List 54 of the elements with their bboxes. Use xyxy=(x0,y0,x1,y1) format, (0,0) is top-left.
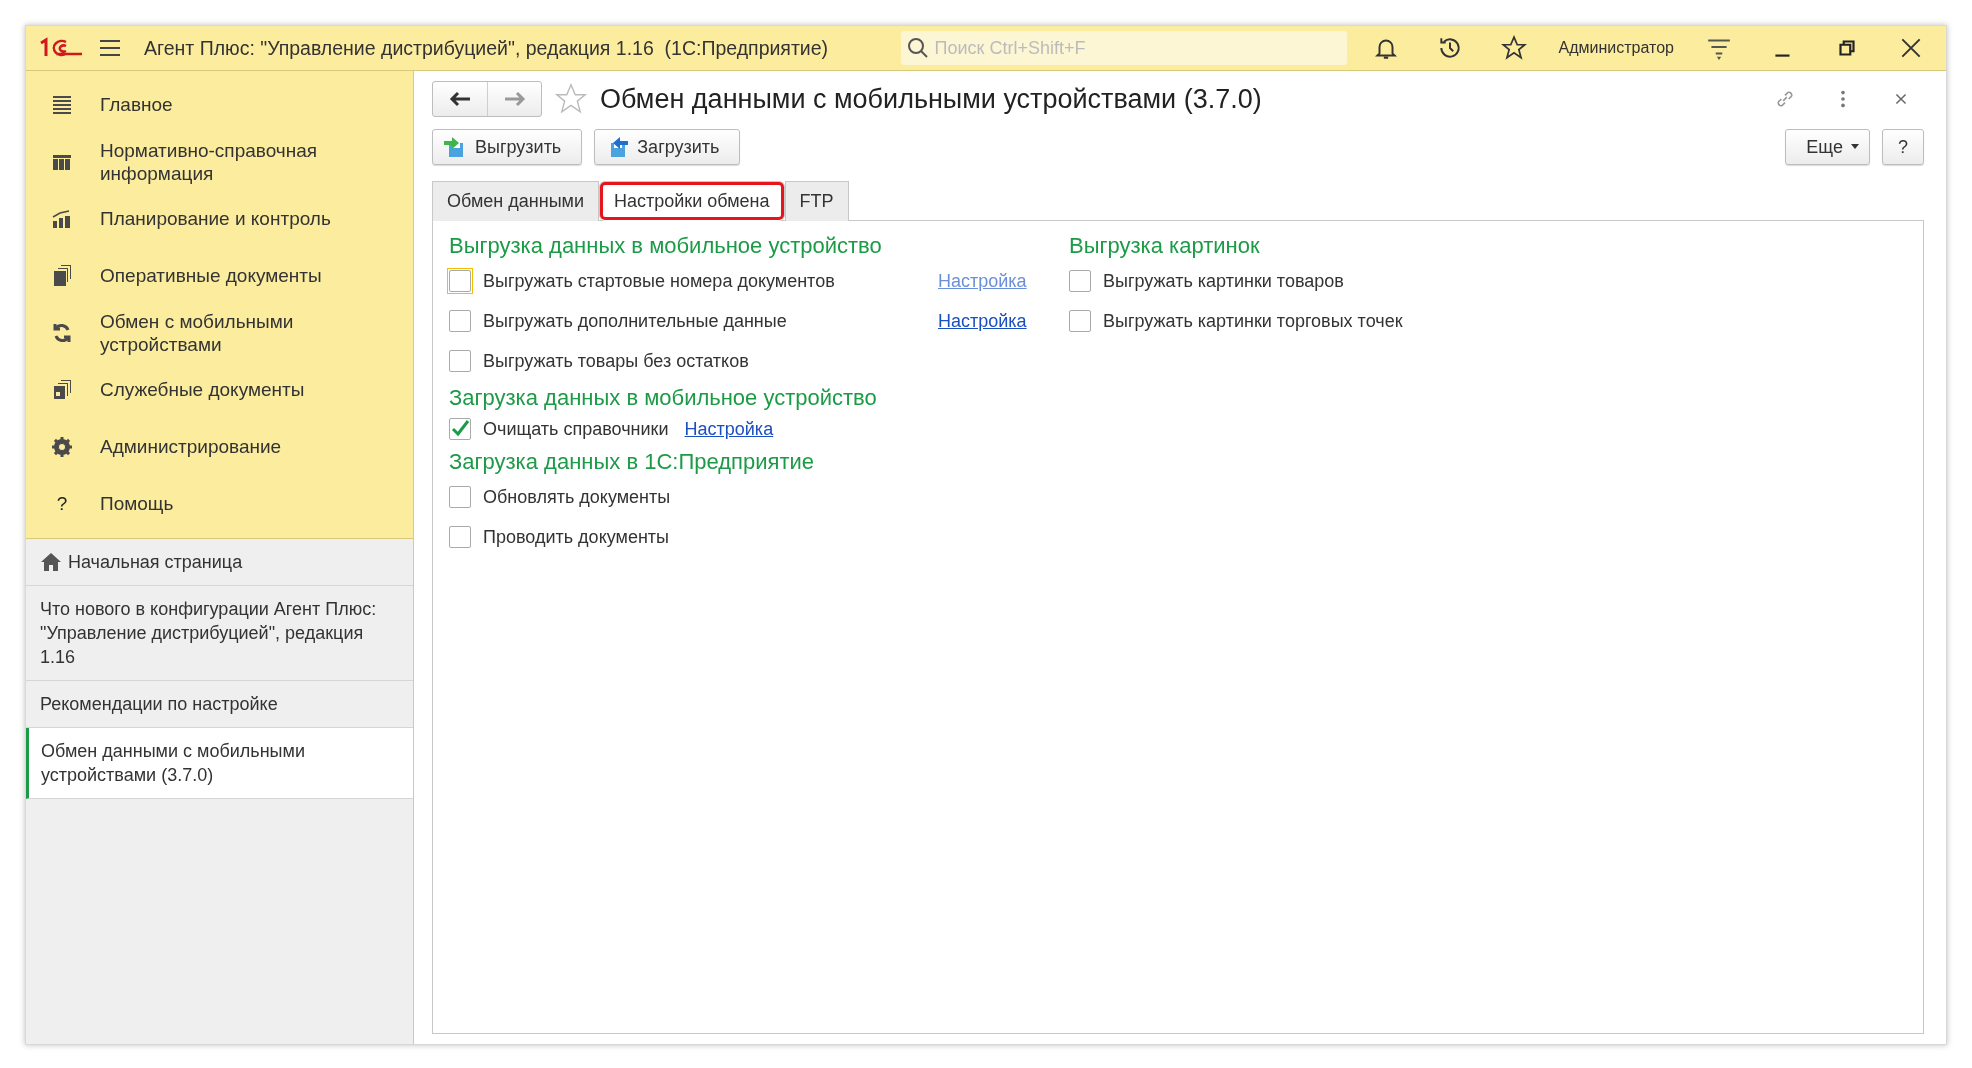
star-icon[interactable] xyxy=(1500,35,1527,61)
tab[interactable]: FTP xyxy=(784,181,849,221)
checkbox-label: Проводить документы xyxy=(483,526,669,548)
settings-link[interactable]: Настройка xyxy=(684,418,774,440)
menu-icon[interactable] xyxy=(98,38,122,58)
group-title: Загрузка данных в мобильное устройство xyxy=(449,385,878,411)
section-item[interactable]: Администрирование xyxy=(26,418,413,475)
more-button[interactable]: Еще xyxy=(1785,129,1870,165)
forward-arrow-icon xyxy=(503,91,526,107)
checkbox-label: Выгружать дополнительные данные xyxy=(483,310,788,332)
open-page-item[interactable]: Начальная страница xyxy=(26,539,413,586)
open-page-item[interactable]: Что нового в конфигурации Агент Плюс: "Управление дистрибуцией", редакция 1.16 xyxy=(26,586,413,681)
checkbox[interactable] xyxy=(449,486,471,508)
section-item[interactable]: ? Помощь xyxy=(26,475,413,532)
checkbox-label: Очищать справочники xyxy=(483,418,669,440)
checkbox[interactable] xyxy=(1069,310,1091,332)
help-button[interactable]: ? xyxy=(1882,129,1924,165)
group-title: Выгрузка данных в мобильное устройство xyxy=(449,233,883,259)
tab[interactable]: Настройки обмена xyxy=(599,181,785,221)
user-name[interactable]: Администратор xyxy=(1558,39,1674,57)
checkbox-label: Выгружать картинки товаров xyxy=(1103,270,1344,292)
home-icon xyxy=(40,552,62,572)
checkbox-label: Выгружать картинки торговых точек xyxy=(1103,310,1403,332)
checkbox-label: Обновлять документы xyxy=(483,486,671,508)
group-title: Выгрузка картинок xyxy=(1069,233,1261,259)
checkbox-label: Выгружать товары без остатков xyxy=(483,350,749,372)
section-item[interactable]: Обмен с мобильными устройствами xyxy=(26,304,413,361)
checkbox[interactable] xyxy=(449,350,471,372)
checkbox[interactable] xyxy=(449,418,471,440)
checkbox[interactable] xyxy=(449,310,471,332)
section-item[interactable]: Служебные документы xyxy=(26,361,413,418)
section-item[interactable]: Нормативно-справочная информация xyxy=(26,133,413,190)
checkbox[interactable] xyxy=(1069,270,1091,292)
logo-icon xyxy=(38,37,84,59)
checkbox[interactable] xyxy=(449,526,471,548)
export-button[interactable]: Выгрузить xyxy=(432,129,583,165)
star-icon[interactable] xyxy=(554,82,588,116)
caret-icon xyxy=(1851,144,1859,150)
section-item[interactable]: Планирование и контроль xyxy=(26,190,413,247)
tab[interactable]: Обмен данными xyxy=(432,181,599,221)
group-title: Загрузка данных в 1С:Предприятие xyxy=(449,449,815,475)
form-title: Обмен данными с мобильными устройствами (3.7.0) xyxy=(600,83,1263,115)
back-arrow-icon xyxy=(449,91,471,107)
help-glyph: ? xyxy=(55,492,69,515)
open-page-item[interactable]: Обмен данными с мобильными устройствами (3.7.0) xyxy=(26,728,413,799)
import-button[interactable]: Загрузить xyxy=(594,129,741,165)
settings-icon xyxy=(50,434,74,459)
section-item[interactable]: Главное xyxy=(26,76,413,133)
section-item[interactable]: Оперативные документы xyxy=(26,247,413,304)
checkmark-icon xyxy=(450,419,470,439)
settings-link[interactable]: Настройка xyxy=(938,310,1027,332)
window-title: Агент Плюс: "Управление дистрибуцией", редакция 1.16 (1С:Предприятие) xyxy=(144,36,830,60)
search-icon xyxy=(906,37,929,59)
checkbox-label: Выгружать стартовые номера документов xyxy=(483,270,836,292)
